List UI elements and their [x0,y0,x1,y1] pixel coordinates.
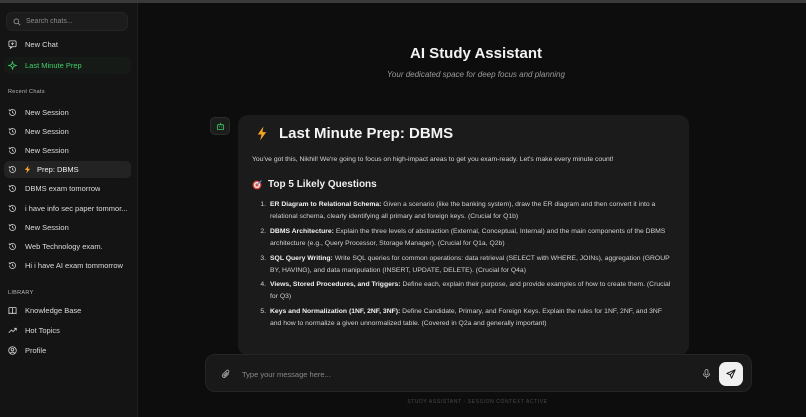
sidebar-recent-label: Prep: DBMS [37,165,79,174]
sidebar-recent-item[interactable]: New Session [4,123,131,140]
new-chat-icon [8,40,17,49]
list-item-bold: ER Diagram to Relational Schema: [270,201,382,208]
send-icon [726,369,736,379]
library-item-label: Profile [25,346,47,355]
sidebar-recent-item[interactable]: New Session [4,104,131,121]
paperclip-icon[interactable] [221,369,231,379]
list-item-text: DBMS Architecture: Explain the three lev… [270,226,675,250]
history-icon [8,243,16,250]
assistant-message: Last Minute Prep: DBMS You've got this, … [238,115,689,355]
history-icon [8,147,16,154]
sidebar-recent-label: New Session [25,108,69,117]
bot-avatar [210,117,230,135]
history-icon [8,128,16,135]
library-item-profile[interactable]: Profile [4,342,131,359]
list-item-bold: DBMS Architecture: [270,227,334,235]
search-input[interactable] [26,18,126,25]
sidebar-recent-label: i have info sec paper tommor... [25,204,128,213]
new-chat-label: New Chat [25,40,58,49]
list-item-text: ER Diagram to Relational Schema: Given a… [270,199,675,223]
list-item-number: 5. [260,308,266,316]
library-item-knowledge-base[interactable]: Knowledge Base [4,302,131,319]
message-composer [205,354,752,392]
page-title: AI Study Assistant [410,45,542,62]
search-icon [13,18,21,25]
microphone-icon[interactable] [702,369,711,379]
questions-list: 1. ER Diagram to Relational Schema: Give… [254,199,675,330]
list-item-bold: Views, Stored Procedures, and Triggers: [270,281,401,289]
list-item-text: Keys and Normalization (1NF, 2NF, 3NF): … [270,306,675,330]
history-icon [8,205,16,212]
sidebar: New Chat Last Minute Prep Recent Chats N… [0,3,138,417]
robot-icon [216,122,224,130]
last-minute-prep-button[interactable]: Last Minute Prep [4,57,131,74]
library-item-label: Hot Topics [25,326,60,335]
message-intro: You've got this, Nikhil! We're going to … [252,156,614,163]
library-heading: LIBRARY [8,290,34,296]
lightning-icon [24,165,31,174]
history-icon [8,262,16,269]
list-item-text: SQL Query Writing: Write SQL queries for… [270,253,675,277]
library-item-label: Knowledge Base [25,306,82,315]
history-icon [8,166,16,173]
last-minute-prep-label: Last Minute Prep [25,61,82,70]
recent-chats-heading: Recent Chats [8,89,45,95]
list-item: 5. Keys and Normalization (1NF, 2NF, 3NF… [254,306,675,330]
message-title-row: Last Minute Prep: DBMS [256,125,675,142]
trending-icon [8,327,17,334]
sidebar-recent-label: New Session [25,127,69,136]
list-item-text: Views, Stored Procedures, and Triggers: … [270,279,675,303]
book-icon [8,306,17,315]
sidebar-recent-item[interactable]: i have info sec paper tommor... [4,200,131,217]
list-item: 2. DBMS Architecture: Explain the three … [254,226,675,250]
sidebar-recent-label: DBMS exam tomorrow [25,184,101,193]
sidebar-recent-item[interactable]: Web Technology exam. [4,238,131,255]
sidebar-recent-label: Hi i have AI exam tommorrow [25,261,123,270]
message-input[interactable] [242,366,682,382]
sidebar-recent-item[interactable]: DBMS exam tomorrow [4,180,131,197]
message-title: Last Minute Prep: DBMS [279,125,454,142]
questions-heading-row: Top 5 Likely Questions [252,179,675,190]
sidebar-recent-item[interactable]: New Session [4,219,131,236]
list-item-number: 4. [260,281,266,289]
list-item-bold: SQL Query Writing: [270,254,333,262]
sidebar-recent-label: Web Technology exam. [25,242,103,251]
target-icon [252,179,262,189]
history-icon [8,109,16,116]
history-icon [8,185,16,192]
new-chat-button[interactable]: New Chat [4,36,131,53]
list-item-number: 2. [260,227,266,235]
list-item-number: 1. [260,201,266,208]
footer-status: STUDY ASSISTANT - SESSION CONTEXT ACTIVE [407,399,548,405]
sidebar-recent-item[interactable]: New Session [4,142,131,159]
sidebar-recent-item[interactable]: Prep: DBMS [4,161,131,178]
sidebar-recent-label: New Session [25,146,69,155]
sidebar-recent-label: New Session [25,223,69,232]
search-box[interactable] [6,12,128,31]
lightning-icon [257,126,267,141]
history-icon [8,224,16,231]
list-item: 4. Views, Stored Procedures, and Trigger… [254,279,675,303]
list-item-number: 3. [260,254,266,262]
list-item: 3. SQL Query Writing: Write SQL queries … [254,253,675,277]
send-button[interactable] [719,362,743,386]
user-icon [8,346,17,355]
list-item-bold: Keys and Normalization (1NF, 2NF, 3NF): [270,308,401,316]
sparkle-icon [8,61,17,70]
list-item: 1. ER Diagram to Relational Schema: Give… [254,199,675,223]
sidebar-recent-item[interactable]: Hi i have AI exam tommorrow [4,257,131,274]
questions-heading: Top 5 Likely Questions [268,179,377,190]
library-item-hot-topics[interactable]: Hot Topics [4,322,131,339]
page-subtitle: Your dedicated space for deep focus and … [387,70,565,79]
